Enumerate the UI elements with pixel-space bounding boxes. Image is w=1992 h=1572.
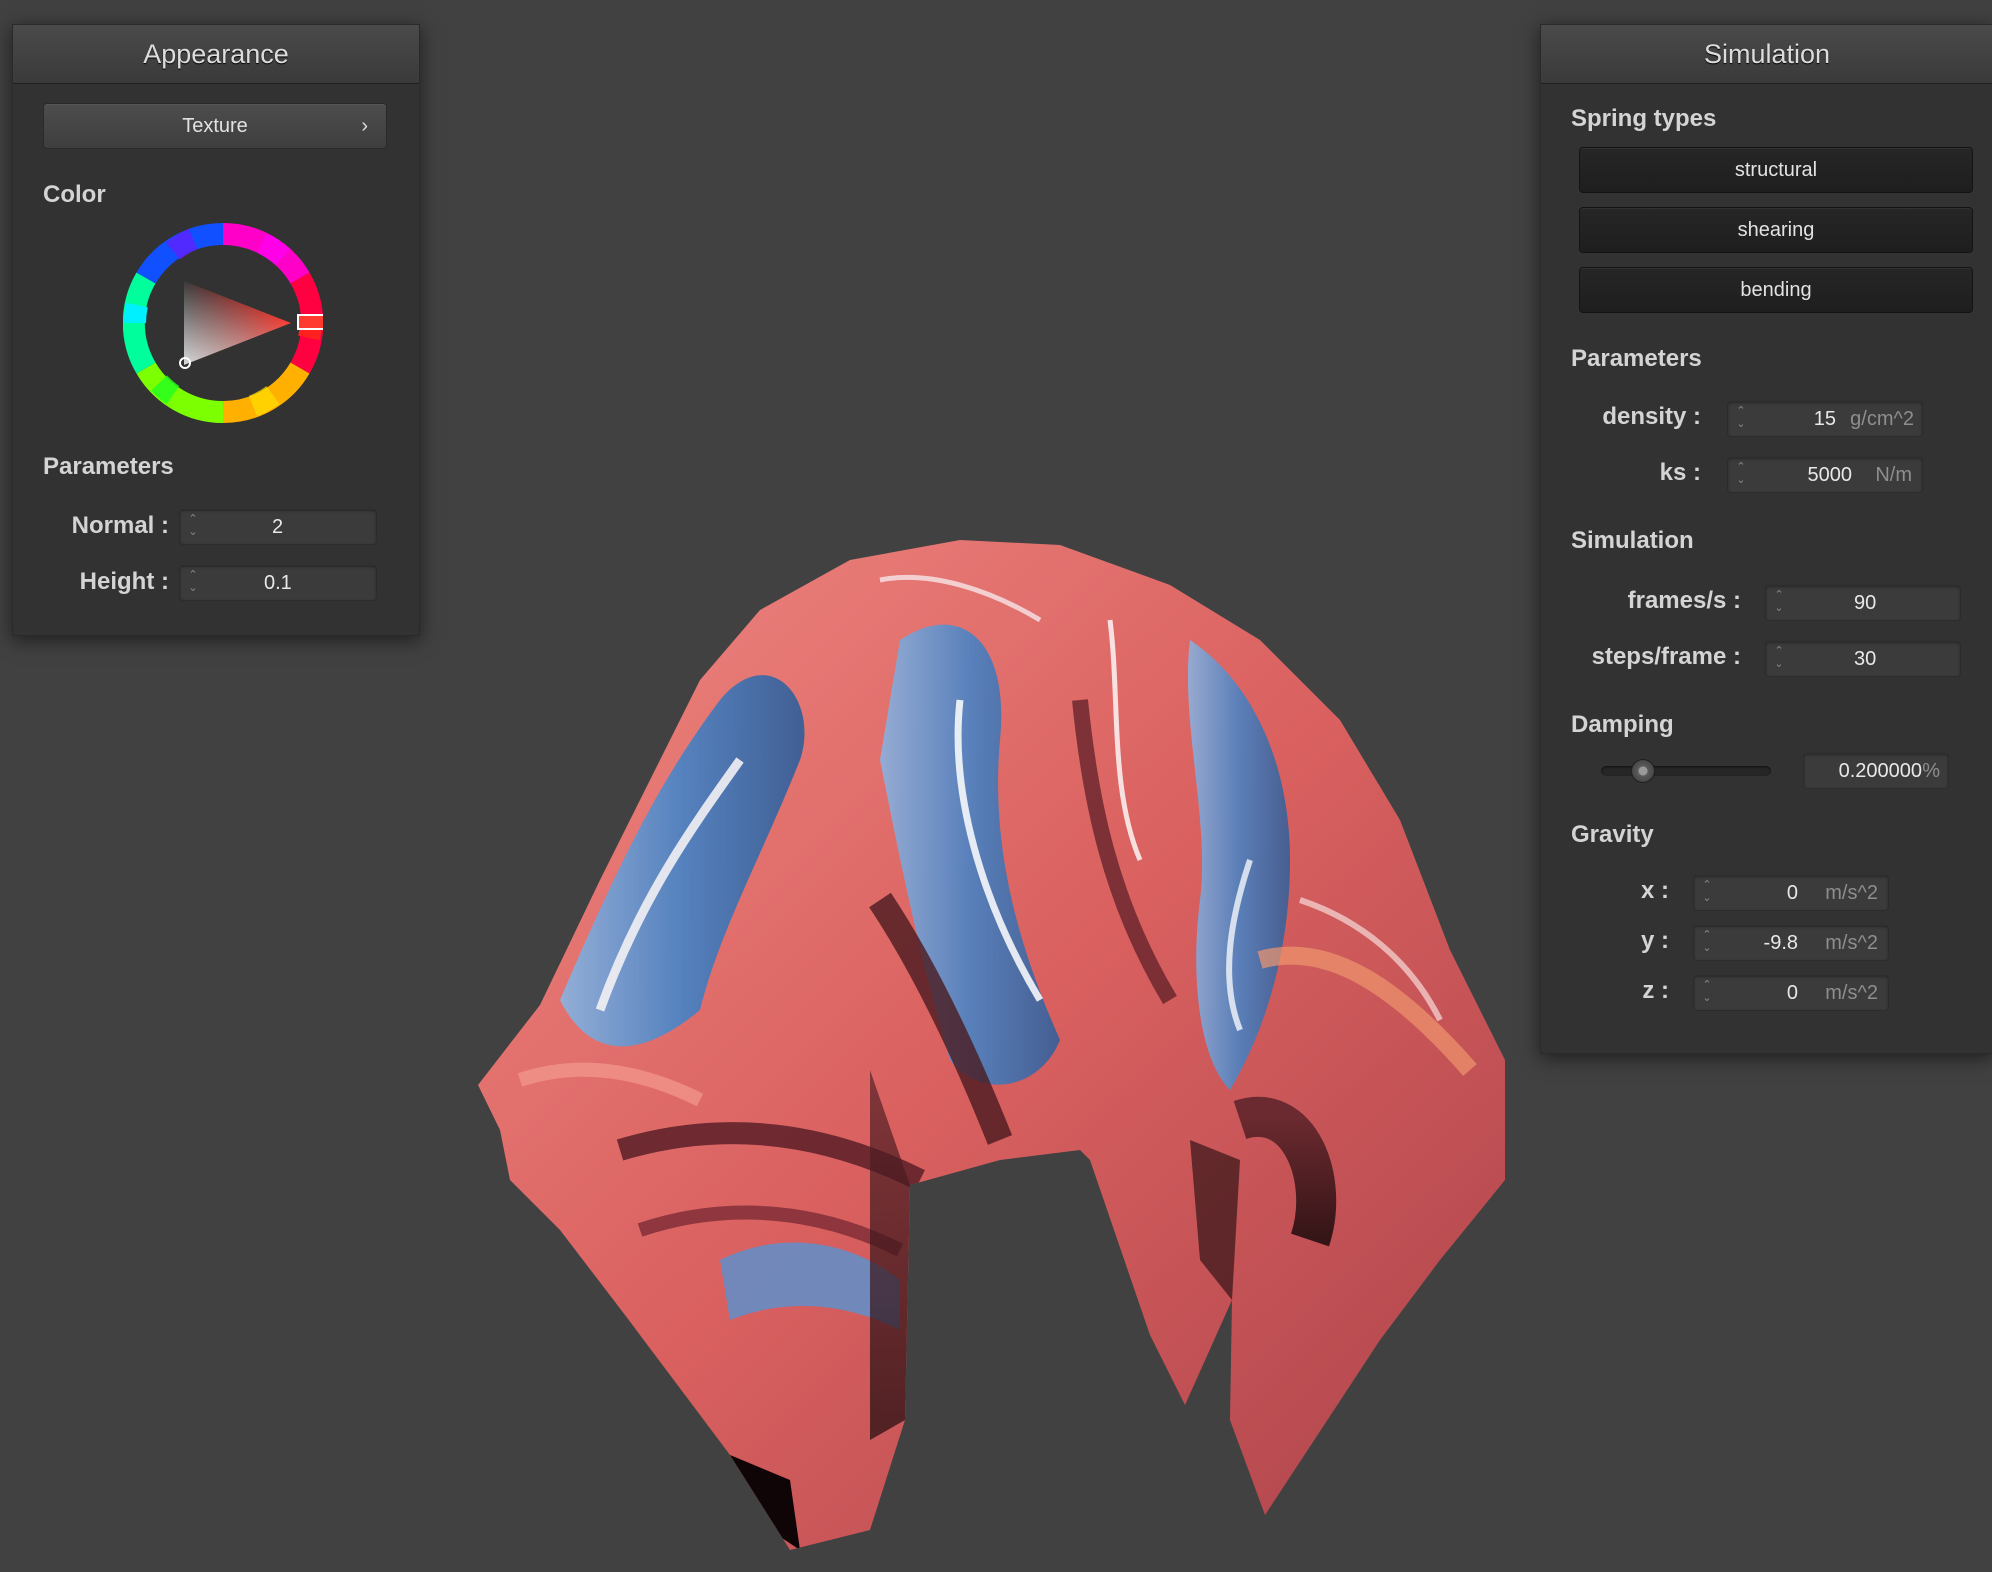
- gravity-z-label: z :: [1642, 977, 1669, 1004]
- simulation-title: Simulation: [1541, 25, 1992, 84]
- density-unit: g/cm^2: [1850, 408, 1914, 430]
- stepper-icon[interactable]: ⌃ ⌄: [1734, 461, 1748, 489]
- spring-types-label: Spring types: [1571, 105, 1717, 132]
- color-label: Color: [43, 181, 106, 208]
- texture-button[interactable]: Texture ›: [43, 103, 387, 149]
- gravity-x-value: 0: [1786, 882, 1798, 904]
- stepper-icon[interactable]: ⌃ ⌄: [1700, 979, 1714, 1007]
- normal-label: Normal :: [71, 512, 169, 539]
- stepper-icon[interactable]: ⌃ ⌄: [1700, 929, 1714, 957]
- gravity-z-unit: m/s^2: [1825, 982, 1878, 1004]
- gravity-y-unit: m/s^2: [1825, 932, 1878, 954]
- frames-per-s-label: frames/s :: [1627, 587, 1741, 614]
- gravity-x-input[interactable]: ⌃ ⌄ 0 m/s^2: [1693, 875, 1889, 911]
- simulation-panel: Simulation Spring types structural shear…: [1540, 24, 1992, 1054]
- stepper-icon[interactable]: ⌃ ⌄: [1700, 879, 1714, 907]
- normal-input[interactable]: ⌃ ⌄ 2: [179, 509, 377, 545]
- damping-unit: %: [1922, 760, 1940, 782]
- stepper-icon[interactable]: ⌃ ⌄: [1734, 405, 1748, 433]
- normal-value: 2: [272, 516, 284, 538]
- damping-slider[interactable]: [1601, 766, 1771, 776]
- gravity-y-value: -9.8: [1763, 932, 1798, 954]
- ks-input[interactable]: ⌃ ⌄ 5000 N/m: [1727, 457, 1923, 493]
- appearance-panel: Appearance Texture › Color Parameters No…: [12, 24, 420, 636]
- gravity-z-value: 0: [1786, 982, 1798, 1004]
- stepper-icon[interactable]: ⌃ ⌄: [186, 513, 200, 541]
- chevron-right-icon: ›: [361, 115, 368, 137]
- frames-per-s-input[interactable]: ⌃ ⌄ 90: [1765, 585, 1961, 621]
- gravity-y-input[interactable]: ⌃ ⌄ -9.8 m/s^2: [1693, 925, 1889, 961]
- damping-value: 0.200000: [1838, 760, 1922, 782]
- damping-input[interactable]: 0.200000 %: [1803, 753, 1949, 789]
- steps-per-frame-value: 30: [1854, 648, 1877, 670]
- ks-value: 5000: [1807, 464, 1853, 486]
- gravity-x-label: x :: [1640, 877, 1669, 904]
- height-label: Height :: [79, 568, 169, 595]
- gravity-x-unit: m/s^2: [1825, 882, 1878, 904]
- stepper-icon[interactable]: ⌃ ⌄: [1772, 589, 1786, 617]
- steps-per-frame-label: steps/frame :: [1591, 643, 1741, 670]
- color-wheel[interactable]: [123, 223, 323, 423]
- stepper-icon[interactable]: ⌃ ⌄: [1772, 645, 1786, 673]
- density-input[interactable]: ⌃ ⌄ 15 g/cm^2: [1727, 401, 1923, 437]
- gravity-z-input[interactable]: ⌃ ⌄ 0 m/s^2: [1693, 975, 1889, 1011]
- gravity-y-label: y :: [1640, 927, 1669, 954]
- appearance-title: Appearance: [13, 25, 419, 84]
- damping-label: Damping: [1571, 711, 1674, 738]
- steps-per-frame-input[interactable]: ⌃ ⌄ 30: [1765, 641, 1961, 677]
- sim-parameters-label: Parameters: [1571, 345, 1702, 372]
- density-label: density :: [1602, 403, 1701, 430]
- frames-per-s-value: 90: [1854, 592, 1877, 614]
- ks-label: ks :: [1659, 459, 1701, 486]
- cloth-mesh: [478, 540, 1505, 1550]
- texture-button-label: Texture: [182, 115, 248, 137]
- bending-button[interactable]: bending: [1579, 267, 1973, 313]
- shearing-button[interactable]: shearing: [1579, 207, 1973, 253]
- ks-unit: N/m: [1875, 464, 1912, 486]
- stepper-icon[interactable]: ⌃ ⌄: [186, 569, 200, 597]
- damping-slider-knob[interactable]: [1630, 759, 1655, 783]
- density-value: 15: [1813, 408, 1836, 430]
- hue-marker[interactable]: [297, 314, 323, 330]
- height-input[interactable]: ⌃ ⌄ 0.1: [179, 565, 377, 601]
- simulation-section-label: Simulation: [1571, 527, 1694, 554]
- gravity-label: Gravity: [1571, 821, 1654, 848]
- height-value: 0.1: [264, 572, 292, 594]
- appearance-parameters-label: Parameters: [43, 453, 174, 480]
- structural-button[interactable]: structural: [1579, 147, 1973, 193]
